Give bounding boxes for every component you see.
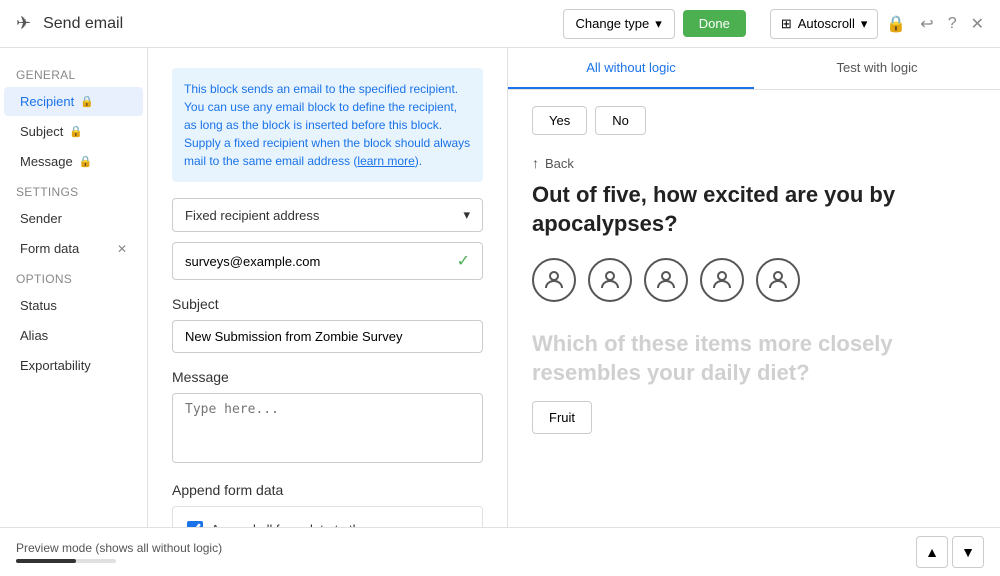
fruit-option-button[interactable]: Fruit xyxy=(532,401,592,434)
recipient-type-select[interactable]: Fixed recipient address ▾ xyxy=(172,198,483,232)
send-email-icon: ✈ xyxy=(16,13,31,34)
help-icon[interactable]: ? xyxy=(948,15,957,33)
sidebar-item-form-data[interactable]: Form data ✕ xyxy=(4,234,143,263)
tab-test-with-logic[interactable]: Test with logic xyxy=(754,48,1000,89)
sidebar-item-message[interactable]: Message 🔒 xyxy=(4,147,143,176)
preview-question-2: Which of these items more closely resemb… xyxy=(532,330,976,387)
sidebar-item-recipient[interactable]: Recipient 🔒 xyxy=(4,87,143,116)
next-button[interactable]: ▼ xyxy=(952,536,984,568)
nav-arrows: ▲ ▼ xyxy=(916,536,984,568)
preview-tabs: All without logic Test with logic xyxy=(508,48,1000,90)
subject-section: Subject xyxy=(172,296,483,353)
yes-button[interactable]: Yes xyxy=(532,106,587,135)
lock-icon: 🔒 xyxy=(886,14,906,34)
email-input-wrapper: ✓ xyxy=(172,242,483,280)
sidebar-item-exportability[interactable]: Exportability xyxy=(4,351,143,380)
avatar-5 xyxy=(756,258,800,302)
done-button[interactable]: Done xyxy=(683,10,746,37)
subject-label: Subject xyxy=(172,296,483,312)
avatar-2 xyxy=(588,258,632,302)
check-icon: ✓ xyxy=(457,251,470,271)
content-panel: This block sends an email to the specifi… xyxy=(148,48,508,576)
message-section: Message xyxy=(172,369,483,466)
subject-input[interactable] xyxy=(172,320,483,353)
autoscroll-button[interactable]: ⊞ Autoscroll ▾ xyxy=(770,9,879,39)
email-input[interactable] xyxy=(185,254,457,269)
undo-icon[interactable]: ↩ xyxy=(920,14,933,34)
preview-panel: All without logic Test with logic Yes No… xyxy=(508,48,1000,576)
avatar-4 xyxy=(700,258,744,302)
append-title: Append form data xyxy=(172,482,483,498)
settings-section-label: Settings xyxy=(0,177,147,203)
lock-icon: 🔒 xyxy=(79,155,93,168)
message-label: Message xyxy=(172,369,483,385)
options-section-label: Options xyxy=(0,264,147,290)
sidebar: General Recipient 🔒 Subject 🔒 Message 🔒 … xyxy=(0,48,148,576)
sidebar-item-subject-label: Subject xyxy=(20,124,63,139)
preview-question-1: Out of five, how excited are you by apoc… xyxy=(532,181,976,238)
chevron-down-icon: ▾ xyxy=(861,16,868,32)
back-arrow-icon: ↑ xyxy=(532,155,539,171)
chevron-down-icon: ▾ xyxy=(655,16,662,32)
avatar-row xyxy=(532,258,976,302)
remove-icon[interactable]: ✕ xyxy=(117,242,127,256)
preview-content: Yes No ↑ Back Out of five, how excited a… xyxy=(508,90,1000,576)
avatar-1 xyxy=(532,258,576,302)
no-button[interactable]: No xyxy=(595,106,646,135)
autoscroll-icon: ⊞ xyxy=(781,16,792,32)
sidebar-item-status[interactable]: Status xyxy=(4,291,143,320)
sidebar-item-sender[interactable]: Sender xyxy=(4,204,143,233)
lock-icon: 🔒 xyxy=(69,125,83,138)
lock-icon: 🔒 xyxy=(80,95,94,108)
page-title: Send email xyxy=(43,15,550,33)
sidebar-item-recipient-label: Recipient xyxy=(20,94,74,109)
back-button[interactable]: ↑ Back xyxy=(532,155,976,171)
sidebar-item-sender-label: Sender xyxy=(20,211,62,226)
yes-no-row: Yes No xyxy=(532,106,976,135)
close-icon[interactable]: ✕ xyxy=(971,14,984,34)
preview-footer: Preview mode (shows all without logic) ▲… xyxy=(508,527,1000,576)
message-textarea[interactable] xyxy=(172,393,483,463)
sidebar-item-subject[interactable]: Subject 🔒 xyxy=(4,117,143,146)
avatar-3 xyxy=(644,258,688,302)
sidebar-item-form-data-label: Form data xyxy=(20,241,79,256)
tab-all-without-logic[interactable]: All without logic xyxy=(508,48,754,89)
learn-more-link[interactable]: learn more xyxy=(357,154,414,168)
chevron-down-icon: ▾ xyxy=(463,207,470,223)
sidebar-item-message-label: Message xyxy=(20,154,73,169)
change-type-button[interactable]: Change type ▾ xyxy=(563,9,675,39)
sidebar-item-alias[interactable]: Alias xyxy=(4,321,143,350)
prev-button[interactable]: ▲ xyxy=(916,536,948,568)
general-section-label: General xyxy=(0,60,147,86)
info-box: This block sends an email to the specifi… xyxy=(172,68,483,182)
